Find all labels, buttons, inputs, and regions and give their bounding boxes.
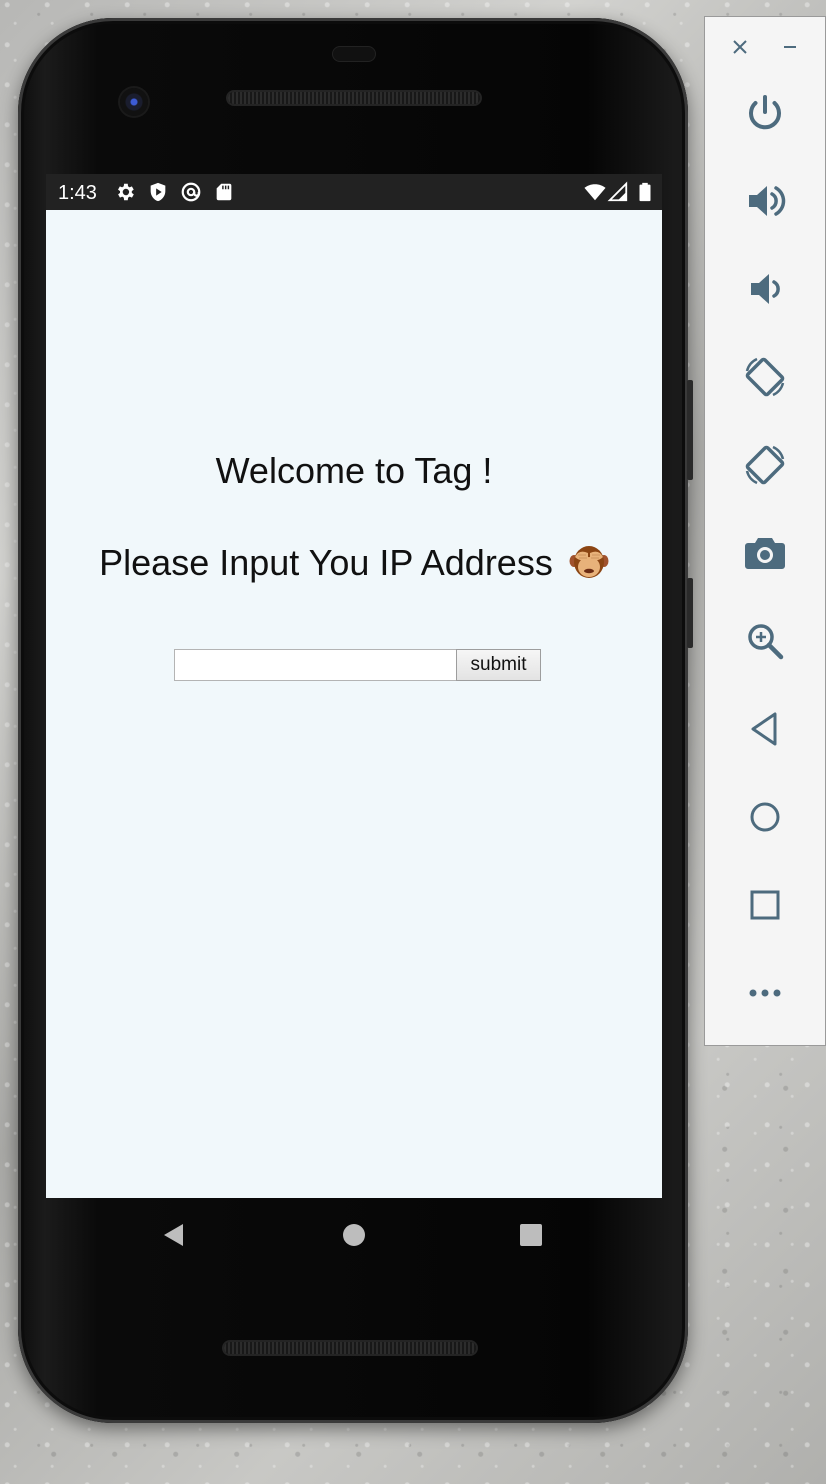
back-triangle-icon[interactable] [161, 1222, 187, 1248]
at-sign-icon [180, 181, 202, 203]
earpiece-speaker [228, 92, 480, 104]
submit-button[interactable]: submit [456, 649, 541, 681]
zoom-icon[interactable] [741, 617, 789, 665]
minimize-icon[interactable] [778, 35, 802, 59]
volume-up-icon[interactable] [741, 177, 789, 225]
home-icon[interactable] [741, 793, 789, 841]
phone-power-button [687, 578, 693, 648]
ip-prompt-line: Please Input You IP Address [46, 542, 662, 584]
status-time: 1:43 [58, 182, 97, 204]
recents-square-icon[interactable] [518, 1222, 544, 1248]
rotate-left-icon[interactable] [741, 353, 789, 401]
shield-play-icon [147, 181, 169, 203]
phone-screen: 1:43 Welcome to Tag ! Please Input You I… [46, 174, 662, 1198]
welcome-heading: Welcome to Tag ! [215, 450, 493, 491]
ip-address-input[interactable] [174, 649, 456, 681]
power-icon[interactable] [741, 89, 789, 137]
back-icon[interactable] [741, 705, 789, 753]
volume-down-icon[interactable] [741, 265, 789, 313]
close-icon[interactable] [728, 35, 752, 59]
sd-card-icon [213, 181, 235, 203]
camera-icon[interactable] [741, 529, 789, 577]
overview-icon[interactable] [741, 881, 789, 929]
battery-icon [634, 181, 656, 203]
status-bar: 1:43 [46, 174, 662, 210]
more-icon[interactable] [741, 969, 789, 1017]
phone-volume-rocker [687, 380, 693, 480]
home-circle-icon[interactable] [341, 1222, 367, 1248]
rotate-right-icon[interactable] [741, 441, 789, 489]
front-camera [120, 88, 148, 116]
gear-icon [114, 181, 136, 203]
ip-prompt-text: Please Input You IP Address [99, 542, 553, 583]
cell-signal-icon [607, 181, 629, 203]
proximity-sensor [332, 46, 376, 62]
wifi-icon [584, 181, 606, 203]
see-no-evil-monkey-icon [569, 543, 609, 581]
bottom-speaker [224, 1342, 476, 1354]
emulator-toolbar [704, 16, 826, 1046]
app-content: Welcome to Tag ! Please Input You IP Add… [46, 210, 662, 1198]
navigation-bar [46, 1198, 662, 1270]
ip-form: submit [174, 649, 541, 681]
phone-frame: 1:43 Welcome to Tag ! Please Input You I… [18, 18, 693, 1423]
